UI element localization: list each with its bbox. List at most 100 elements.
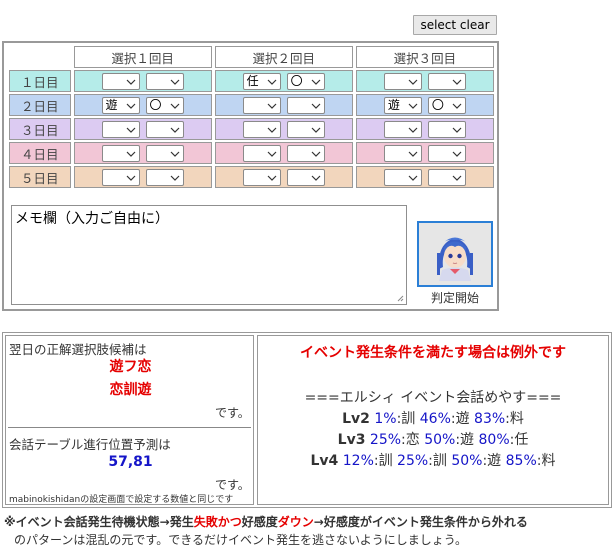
- level-part: 50%: [451, 453, 483, 469]
- chevron-down-icon: [170, 79, 179, 85]
- memo-textarea[interactable]: メモ欄（入力ご自由に）: [11, 205, 407, 305]
- row-label-day-3: ３日目: [9, 118, 71, 140]
- chevron-down-icon: [311, 127, 321, 133]
- level-name: Lv4: [310, 453, 339, 469]
- choice-select[interactable]: 〇: [145, 96, 184, 114]
- chevron-down-icon: [267, 151, 277, 157]
- choice-select[interactable]: [101, 120, 140, 138]
- choice-select[interactable]: [145, 144, 184, 162]
- level-part: 83%: [474, 411, 506, 427]
- chevron-down-icon: [408, 127, 418, 133]
- level-part: :料: [536, 453, 556, 469]
- chevron-down-icon: [452, 127, 462, 133]
- chevron-down-icon: [452, 103, 462, 109]
- choice-select[interactable]: [242, 120, 281, 138]
- choice-select[interactable]: [383, 168, 422, 186]
- choice-select[interactable]: [427, 144, 466, 162]
- choice-select[interactable]: 〇: [286, 72, 325, 90]
- choice-select[interactable]: [242, 144, 281, 162]
- chevron-down-icon: [311, 103, 321, 109]
- choice-cell: 遊〇: [355, 94, 494, 116]
- choice-select[interactable]: 遊: [383, 96, 422, 114]
- prediction-box: 翌日の正解選択肢候補は 遊フ恋 恋訓遊 です。 会話テーブル進行位置予測は 57…: [5, 335, 254, 505]
- candidate-1: 遊フ恋: [109, 359, 152, 375]
- chevron-down-icon: [267, 103, 277, 109]
- choice-select[interactable]: 任: [242, 72, 281, 90]
- note-1d: ダウン: [277, 515, 314, 529]
- choice-cell: [355, 142, 494, 164]
- choice-cell: [214, 142, 353, 164]
- chevron-down-icon: [408, 175, 418, 181]
- chevron-down-icon: [452, 151, 462, 157]
- choice-select[interactable]: 〇: [427, 96, 466, 114]
- choice-cell: [214, 166, 353, 188]
- choice-select[interactable]: [101, 144, 140, 162]
- chevron-down-icon: [170, 151, 179, 157]
- level-part: :遊: [455, 432, 479, 448]
- choice-select[interactable]: 遊: [101, 96, 140, 114]
- row-label-day-4: ４日目: [9, 142, 71, 164]
- divider: [8, 427, 251, 428]
- select-clear-button[interactable]: select clear: [413, 15, 497, 35]
- choice-select[interactable]: [383, 120, 422, 138]
- event-info-box: イベント発生条件を満たす場合は例外です ===エルシィ イベント会話めやす===…: [257, 335, 609, 505]
- corner-cell: [9, 46, 71, 68]
- selection-panel: 選択１回目 選択２回目 選択３回目 １日目任〇 ２日目遊〇遊〇 ３日目 ４日目 ５日目 …: [2, 41, 499, 311]
- row-label-day-5: ５日目: [9, 166, 71, 188]
- column-header-2: 選択２回目: [214, 46, 353, 68]
- choice-cell: [355, 70, 494, 92]
- choice-select[interactable]: [145, 120, 184, 138]
- level-line-lv2: Lv2 1%:訓 46%:遊 83%:料: [258, 408, 608, 428]
- choice-select[interactable]: [427, 120, 466, 138]
- chevron-down-icon: [170, 103, 179, 109]
- note-1c: 好感度: [241, 515, 278, 529]
- chevron-down-icon: [408, 151, 418, 157]
- position-value: 57,81: [108, 454, 153, 470]
- selection-grid: 選択１回目 選択２回目 選択３回目 １日目任〇 ２日目遊〇遊〇 ３日目 ４日目 ５日目: [6, 44, 497, 190]
- chevron-down-icon: [452, 79, 462, 85]
- chevron-down-icon: [126, 79, 135, 85]
- choice-select[interactable]: [286, 144, 325, 162]
- judge-start-button[interactable]: [417, 221, 493, 287]
- choice-cell: [214, 118, 353, 140]
- choice-select[interactable]: [101, 72, 140, 90]
- choice-select[interactable]: [145, 72, 184, 90]
- choice-select[interactable]: [286, 120, 325, 138]
- note-line-2: のパターンは混乱の元です。できるだけイベント発生を逃さないようにしましょう。: [14, 533, 468, 547]
- level-part: :訓: [396, 411, 420, 427]
- choice-cell: [73, 142, 212, 164]
- choice-select[interactable]: [427, 72, 466, 90]
- level-line-lv3: Lv3 25%:恋 50%:遊 80%:任: [258, 429, 608, 449]
- choice-select[interactable]: [427, 168, 466, 186]
- level-part: :料: [505, 411, 524, 427]
- chevron-down-icon: [170, 175, 179, 181]
- footnote: mabinokishidanの設定画面で設定する数値と同じです: [9, 495, 234, 505]
- row-label-day-2: ２日目: [9, 94, 71, 116]
- choice-select[interactable]: [383, 144, 422, 162]
- exception-headline: イベント発生条件を満たす場合は例外です: [300, 345, 566, 361]
- position-title: 会話テーブル進行位置予測は: [9, 437, 171, 452]
- level-part: :任: [509, 432, 529, 448]
- choice-select[interactable]: [286, 96, 325, 114]
- choice-select[interactable]: [101, 168, 140, 186]
- choice-value: 〇: [431, 97, 444, 112]
- choice-select[interactable]: [383, 72, 422, 90]
- chevron-down-icon: [267, 79, 277, 85]
- chevron-down-icon: [126, 127, 135, 133]
- resize-grip-icon[interactable]: [397, 295, 404, 302]
- choice-cell: 任〇: [214, 70, 353, 92]
- note-1a: ※イベント会話発生待機状態→発生: [4, 515, 194, 529]
- level-part: 25%: [369, 432, 402, 448]
- chevron-down-icon: [126, 175, 135, 181]
- memo-text: メモ欄（入力ご自由に）: [15, 211, 169, 227]
- level-name: Lv2: [342, 411, 370, 427]
- choice-value: 〇: [149, 97, 162, 112]
- chevron-down-icon: [311, 175, 321, 181]
- level-part: 85%: [505, 453, 537, 469]
- choice-select[interactable]: [242, 168, 281, 186]
- level-part: :訓: [373, 453, 398, 469]
- level-part: :遊: [482, 453, 506, 469]
- choice-select[interactable]: [242, 96, 281, 114]
- choice-select[interactable]: [145, 168, 184, 186]
- choice-select[interactable]: [286, 168, 325, 186]
